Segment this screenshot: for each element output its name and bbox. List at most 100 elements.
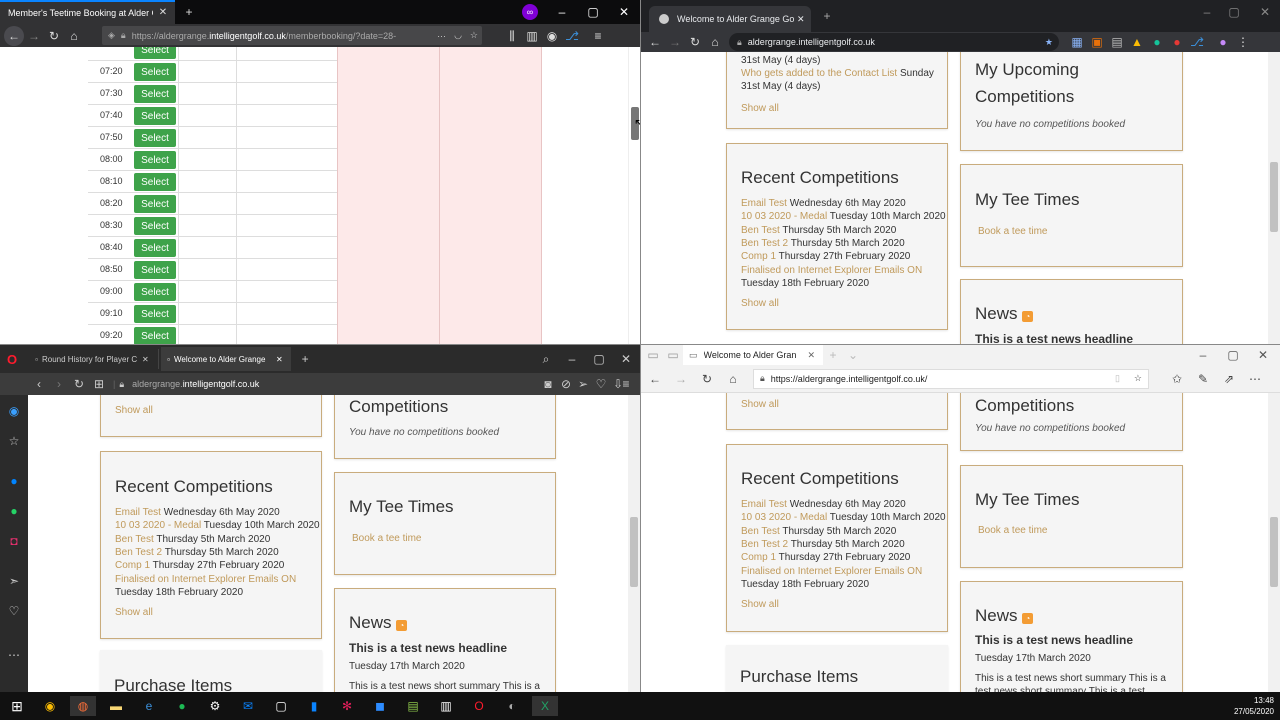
back-icon[interactable]: ← bbox=[645, 32, 665, 52]
firefox-scrollbar[interactable] bbox=[628, 47, 640, 344]
whatsapp-icon[interactable]: ● bbox=[4, 501, 24, 521]
account-icon[interactable]: ◉ bbox=[542, 26, 562, 46]
home-icon[interactable]: ⌂ bbox=[64, 26, 84, 46]
favorites-icon[interactable]: ✩ bbox=[1167, 369, 1187, 389]
app-icon[interactable]: ▢ bbox=[268, 696, 294, 716]
notepad-icon[interactable]: ▤ bbox=[400, 696, 426, 716]
forward-icon[interactable]: › bbox=[49, 374, 69, 394]
maximize-icon[interactable]: ▢ bbox=[1224, 2, 1244, 22]
select-button[interactable]: Select bbox=[134, 107, 176, 125]
app-icon[interactable]: ▥ bbox=[433, 696, 459, 716]
favorite-star-icon[interactable]: ☆ bbox=[1134, 373, 1142, 384]
minimize-icon[interactable]: – bbox=[1197, 2, 1217, 22]
scroll-thumb[interactable] bbox=[1270, 162, 1278, 232]
more-icon[interactable]: ⋯ bbox=[1245, 369, 1265, 389]
forward-icon[interactable]: → bbox=[24, 26, 44, 46]
reload-icon[interactable]: ↻ bbox=[697, 369, 717, 389]
excel-icon[interactable]: X bbox=[532, 696, 558, 716]
mail-icon[interactable]: ✉ bbox=[235, 696, 261, 716]
select-button[interactable]: Select bbox=[134, 327, 176, 344]
news-headline[interactable]: This is a test news headline bbox=[975, 332, 1133, 344]
competition-link[interactable]: Comp 1 bbox=[741, 251, 776, 262]
chrome-tab[interactable]: Welcome to Alder Grange Golf C ✕ bbox=[649, 6, 811, 32]
library-icon[interactable]: ⫼ bbox=[502, 26, 522, 46]
reading-view-icon[interactable]: ▯ bbox=[1115, 373, 1120, 384]
select-button[interactable]: Select bbox=[134, 217, 176, 235]
extension-icon[interactable]: ▣ bbox=[1087, 32, 1107, 52]
more-icon[interactable]: ⋯ bbox=[4, 645, 24, 665]
set-aside-tabs-icon[interactable]: ▭ bbox=[643, 345, 663, 365]
competition-link[interactable]: Ben Test 2 bbox=[115, 547, 162, 558]
competition-link[interactable]: 10 03 2020 - Medal bbox=[115, 520, 201, 531]
competition-link[interactable]: Comp 1 bbox=[115, 560, 150, 571]
select-button[interactable]: Select bbox=[134, 85, 176, 103]
edge-icon[interactable]: e bbox=[136, 696, 162, 716]
send-icon[interactable]: ➣ bbox=[4, 571, 24, 591]
rss-icon[interactable]: ◔ bbox=[1022, 613, 1034, 624]
zoom-icon[interactable]: ◼ bbox=[367, 696, 393, 716]
competition-link[interactable]: Ben Test bbox=[741, 225, 780, 236]
select-button[interactable]: Select bbox=[134, 195, 176, 213]
competition-link[interactable]: 10 03 2020 - Medal bbox=[741, 512, 827, 523]
chrome-scrollbar[interactable] bbox=[1268, 52, 1280, 344]
competition-link[interactable]: 10 03 2020 - Medal bbox=[741, 211, 827, 222]
minimize-icon[interactable]: – bbox=[562, 349, 582, 369]
edge-tab[interactable]: ▭ Welcome to Alder Gran ✕ bbox=[683, 345, 823, 365]
maximize-icon[interactable]: ▢ bbox=[1223, 345, 1243, 365]
windows-start-icon[interactable]: ⊞ bbox=[4, 696, 30, 716]
book-tee-time-link[interactable]: Book a tee time bbox=[978, 524, 1047, 537]
edge-addressbar[interactable]: 🔒︎ https://aldergrange.intelligentgolf.c… bbox=[753, 368, 1149, 389]
opera-scrollbar[interactable] bbox=[628, 395, 640, 692]
close-tab-icon[interactable]: ✕ bbox=[153, 3, 173, 23]
share-icon[interactable]: ➢ bbox=[573, 374, 593, 394]
close-tab-icon[interactable]: ✕ bbox=[797, 14, 805, 25]
edge-scrollbar[interactable] bbox=[1268, 393, 1280, 692]
opera-tab-2[interactable]: ▫ Welcome to Alder Grange ✕ bbox=[161, 347, 292, 371]
drive-icon[interactable]: ▲ bbox=[1127, 32, 1147, 52]
firefox-icon[interactable]: ◍ bbox=[70, 696, 96, 716]
file-explorer-icon[interactable]: ▬ bbox=[103, 696, 129, 716]
select-button[interactable]: Select bbox=[134, 239, 176, 257]
competition-link[interactable]: Email Test bbox=[741, 499, 787, 510]
show-all-link[interactable]: Show all bbox=[741, 297, 779, 310]
reload-icon[interactable]: ↻ bbox=[44, 26, 64, 46]
news-headline[interactable]: This is a test news headline bbox=[975, 633, 1133, 647]
maximize-icon[interactable]: ▢ bbox=[589, 349, 609, 369]
settings-gear-icon[interactable]: ⚙ bbox=[202, 696, 228, 716]
chrome-icon[interactable]: ◉ bbox=[37, 696, 63, 716]
extension-icon[interactable]: ▤ bbox=[1107, 32, 1127, 52]
tabs-grid-icon[interactable]: ⊞ bbox=[89, 374, 109, 394]
close-tab-icon[interactable]: ✕ bbox=[142, 355, 149, 364]
bookmark-star-icon[interactable]: ★ bbox=[1045, 37, 1053, 48]
book-tee-time-link[interactable]: Book a tee time bbox=[352, 532, 421, 545]
bookmark-star-icon[interactable]: ☆ bbox=[470, 30, 478, 41]
show-all-link[interactable]: Show all bbox=[115, 404, 153, 417]
firefox-tab[interactable]: Member's Teetime Booking at Alder G ✕ bbox=[0, 0, 175, 24]
chevron-down-icon[interactable]: ⌄ bbox=[843, 345, 863, 365]
competition-link[interactable]: Ben Test 2 bbox=[741, 238, 788, 249]
rss-icon[interactable]: ◔ bbox=[396, 620, 408, 631]
new-tab-icon[interactable]: + bbox=[179, 2, 199, 22]
select-button[interactable]: Select bbox=[134, 261, 176, 279]
competition-link[interactable]: Finalised on Internet Explorer Emails ON bbox=[741, 566, 922, 577]
close-tab-icon[interactable]: ✕ bbox=[808, 350, 816, 361]
extension-icon[interactable]: ● bbox=[1167, 32, 1187, 52]
select-button[interactable]: Select bbox=[134, 305, 176, 323]
facebook-messenger-icon[interactable]: ● bbox=[4, 471, 24, 491]
search-icon[interactable]: ⌕ bbox=[536, 349, 556, 369]
tab-preview-icon[interactable]: ▭ bbox=[663, 345, 683, 365]
close-window-icon[interactable]: ✕ bbox=[616, 349, 636, 369]
competition-link[interactable]: Ben Test bbox=[741, 526, 780, 537]
firefox-urlbar[interactable]: ◈ 🔒︎ https://aldergrange. intelligentgolf… bbox=[102, 26, 482, 45]
extension-icon[interactable]: ⎇ bbox=[1187, 32, 1207, 52]
select-button[interactable]: Select bbox=[134, 47, 176, 59]
show-all-link[interactable]: Show all bbox=[741, 598, 779, 611]
competition-link[interactable]: Email Test bbox=[741, 198, 787, 209]
close-window-icon[interactable]: ✕ bbox=[1255, 2, 1275, 22]
back-icon[interactable]: ← bbox=[645, 369, 665, 389]
opera-icon[interactable]: O bbox=[466, 696, 492, 716]
forward-icon[interactable]: → bbox=[665, 32, 685, 52]
url-prefix[interactable]: aldergrange. bbox=[132, 379, 183, 389]
news-headline[interactable]: This is a test news headline bbox=[349, 641, 507, 655]
sidebar-icon[interactable]: ▥ bbox=[522, 26, 542, 46]
